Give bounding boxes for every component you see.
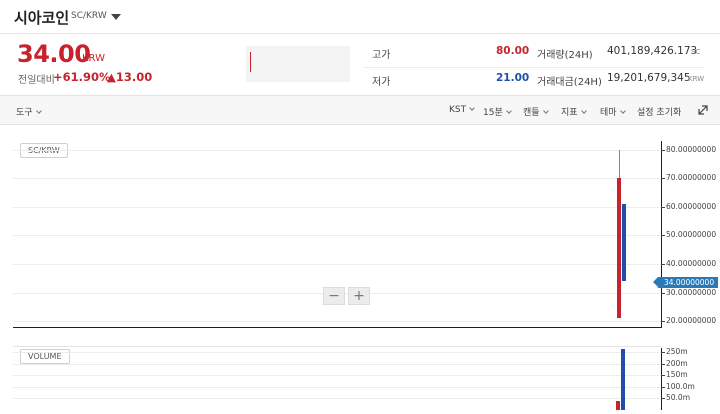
tools-label: 도구: [16, 108, 33, 118]
price-y-tick-label: 50.00000000: [666, 230, 717, 240]
theme-label: 테마: [600, 108, 617, 118]
volume-gridline: [13, 363, 661, 365]
reset-settings-button[interactable]: 설정 초기화: [637, 105, 681, 118]
current-price-tag: 34.00000000: [653, 277, 718, 288]
chevron-down-icon: [505, 108, 512, 114]
price-y-tick-label: 40.00000000: [666, 259, 717, 269]
price-y-tick-label: 80.00000000: [666, 144, 717, 154]
interval-menu[interactable]: 15분: [483, 105, 512, 118]
change-amount: ▲13.00: [107, 70, 153, 84]
theme-menu[interactable]: 테마: [600, 105, 626, 118]
price-y-tick: [661, 292, 665, 294]
chevron-down-icon: [35, 108, 42, 114]
chevron-down-icon: [580, 108, 587, 114]
low-value: 21.00: [496, 72, 530, 84]
volume-y-tick-label: 250m: [666, 347, 688, 357]
volume-y-tick-label: 100.0m: [666, 381, 695, 391]
price-y-tick: [661, 264, 665, 266]
volume-y-tick-label: 150m: [666, 370, 688, 380]
candle-menu[interactable]: 캔들: [523, 105, 549, 118]
price-y-tick: [661, 235, 665, 237]
high-label: 고가: [372, 50, 391, 61]
price-gridline: [13, 178, 661, 180]
volume-y-tick: [661, 363, 665, 365]
change-percent: +61.90%: [53, 70, 111, 84]
volume-unit: SC: [691, 48, 701, 56]
zoom-out-button[interactable]: −: [323, 287, 345, 305]
amount-unit: KRW: [688, 75, 705, 83]
volume-y-axis-line: [661, 348, 662, 410]
volume-y-tick: [661, 386, 665, 388]
volume-gridline: [13, 386, 661, 388]
chevron-down-icon: [619, 108, 626, 114]
volume-bar: [616, 400, 620, 410]
price-y-tick: [661, 206, 665, 208]
zoom-in-button[interactable]: +: [348, 287, 370, 305]
price-gridline: [13, 149, 661, 151]
volume-y-tick-label: 200m: [666, 358, 688, 368]
price-y-tick: [661, 321, 665, 323]
market-dropdown-caret-icon[interactable]: [111, 14, 121, 20]
volume-chart-legend: VOLUME: [20, 349, 70, 364]
indicator-menu[interactable]: 지표: [561, 105, 587, 118]
mini-sparkline: [246, 46, 350, 82]
volume-y-tick: [661, 352, 665, 354]
volume-value: 401,189,426.173: [607, 45, 698, 57]
volume-y-tick-label: 50.0m: [666, 393, 691, 403]
volume-gridline: [13, 398, 661, 400]
price-gridline: [13, 206, 661, 208]
interval-label: 15분: [483, 108, 503, 118]
market-header: 시아코인 SC/KRW: [0, 0, 720, 34]
mini-candle: [250, 52, 251, 72]
pair-label: SC/KRW: [71, 11, 107, 21]
price-gridline: [13, 264, 661, 266]
chart-toolbar: 도구 KST 15분 캔들 지표 테마 설정 초기화: [0, 95, 720, 125]
current-price: 34.00: [17, 40, 91, 68]
summary-divider: [364, 67, 704, 68]
price-y-tick-label: 60.00000000: [666, 201, 717, 211]
price-y-tick-label: 30.00000000: [666, 287, 717, 297]
volume-label: 거래량(24H): [537, 50, 593, 61]
candle-label: 캔들: [523, 108, 540, 118]
volume-gridline: [13, 375, 661, 377]
chevron-down-icon: [469, 105, 475, 111]
timezone-menu[interactable]: KST: [449, 105, 475, 115]
price-gridline: [13, 321, 661, 323]
price-candle-body: [622, 203, 626, 282]
price-y-tick-label: 20.00000000: [666, 316, 717, 326]
price-gridline: [13, 235, 661, 237]
volume-y-tick: [661, 375, 665, 377]
timezone-label: KST: [449, 105, 467, 115]
volume-gridline: [13, 352, 661, 354]
coin-name: 시아코인: [14, 9, 70, 27]
price-currency: KRW: [82, 53, 105, 64]
price-summary: 34.00 KRW 전일대비 +61.90% ▲13.00 고가 80.00 저…: [0, 34, 720, 94]
fullscreen-icon[interactable]: [698, 105, 708, 115]
indicator-label: 지표: [561, 108, 578, 118]
price-y-tick-label: 70.00000000: [666, 173, 717, 183]
tools-menu[interactable]: 도구: [16, 105, 42, 118]
price-x-axis-line: [13, 327, 662, 328]
volume-y-tick: [661, 398, 665, 400]
chevron-down-icon: [542, 108, 549, 114]
high-value: 80.00: [496, 45, 530, 57]
amount-value: 19,201,679,345: [607, 72, 691, 84]
price-y-tick: [661, 149, 665, 151]
volume-top-border: [13, 346, 662, 347]
price-y-tick: [661, 178, 665, 180]
price-candle-body: [617, 178, 621, 319]
amount-label: 거래대금(24H): [537, 77, 602, 88]
low-label: 저가: [372, 77, 391, 88]
volume-bar: [621, 349, 625, 410]
prev-day-label: 전일대비: [18, 75, 55, 86]
